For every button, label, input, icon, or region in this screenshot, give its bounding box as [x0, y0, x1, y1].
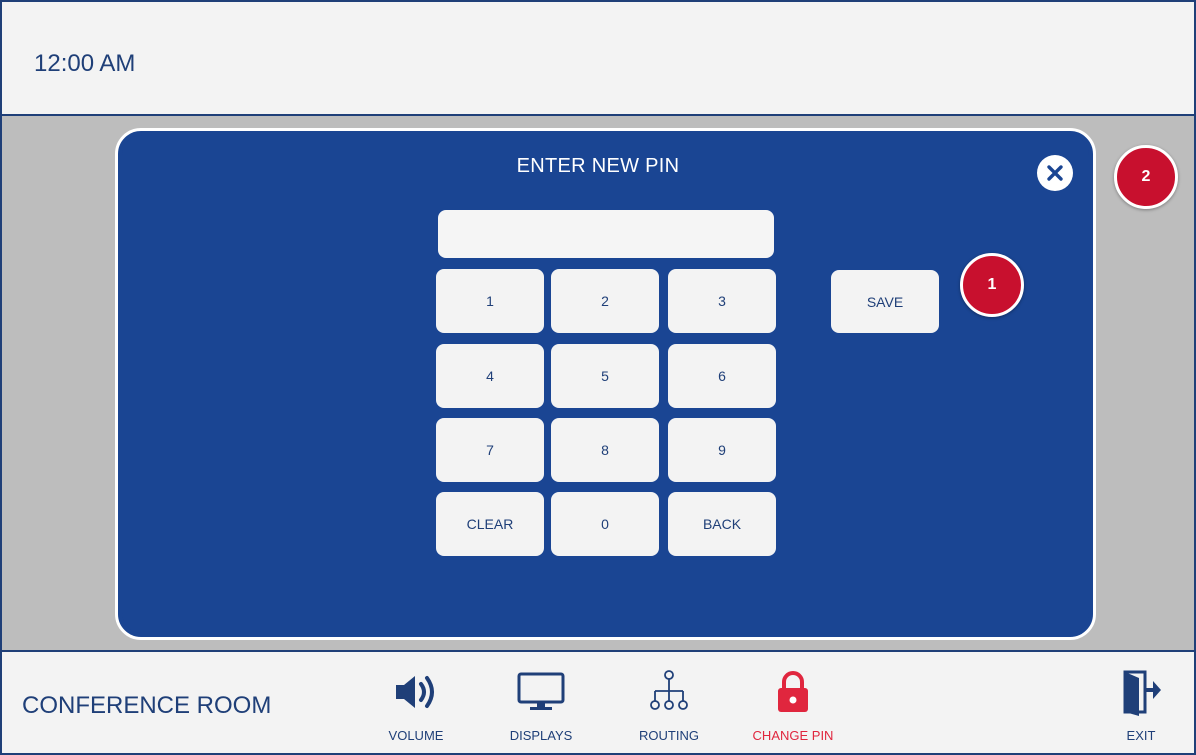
- close-icon: [1047, 165, 1063, 181]
- key-1[interactable]: 1: [436, 269, 544, 333]
- monitor-icon: [511, 666, 571, 718]
- nav-displays-label: DISPLAYS: [509, 728, 573, 743]
- callout-badge-1: 1: [960, 253, 1024, 317]
- room-name: CONFERENCE ROOM: [22, 692, 272, 719]
- lock-icon: [763, 666, 823, 718]
- key-7[interactable]: 7: [436, 418, 544, 482]
- nav-routing[interactable]: ROUTING: [609, 666, 729, 750]
- clock: 12:00 AM: [34, 50, 136, 77]
- nav-change-pin-label: CHANGE PIN: [752, 728, 834, 743]
- back-button[interactable]: BACK: [668, 492, 776, 556]
- volume-icon: [386, 666, 446, 718]
- exit-icon: [1111, 666, 1171, 718]
- key-2[interactable]: 2: [551, 269, 659, 333]
- callout-badge-2: 2: [1114, 145, 1178, 209]
- nav-exit[interactable]: EXIT: [1081, 666, 1196, 750]
- nav-routing-label: ROUTING: [639, 728, 699, 743]
- clear-button[interactable]: CLEAR: [436, 492, 544, 556]
- header-bar: 12:00 AM: [2, 2, 1194, 116]
- key-4[interactable]: 4: [436, 344, 544, 408]
- footer-bar: CONFERENCE ROOM VOLUME DISPLAYS ROUTING …: [2, 650, 1194, 753]
- pin-input-field[interactable]: [438, 210, 774, 258]
- nav-change-pin[interactable]: CHANGE PIN: [733, 666, 853, 750]
- routing-icon: [639, 666, 699, 718]
- key-6[interactable]: 6: [668, 344, 776, 408]
- key-8[interactable]: 8: [551, 418, 659, 482]
- modal-title: ENTER NEW PIN: [516, 155, 680, 177]
- key-5[interactable]: 5: [551, 344, 659, 408]
- nav-exit-label: EXIT: [1126, 728, 1156, 743]
- nav-volume[interactable]: VOLUME: [356, 666, 476, 750]
- close-button[interactable]: [1037, 155, 1073, 191]
- nav-displays[interactable]: DISPLAYS: [481, 666, 601, 750]
- nav-volume-label: VOLUME: [388, 728, 444, 743]
- save-button[interactable]: SAVE: [831, 270, 939, 333]
- key-0[interactable]: 0: [551, 492, 659, 556]
- key-3[interactable]: 3: [668, 269, 776, 333]
- key-9[interactable]: 9: [668, 418, 776, 482]
